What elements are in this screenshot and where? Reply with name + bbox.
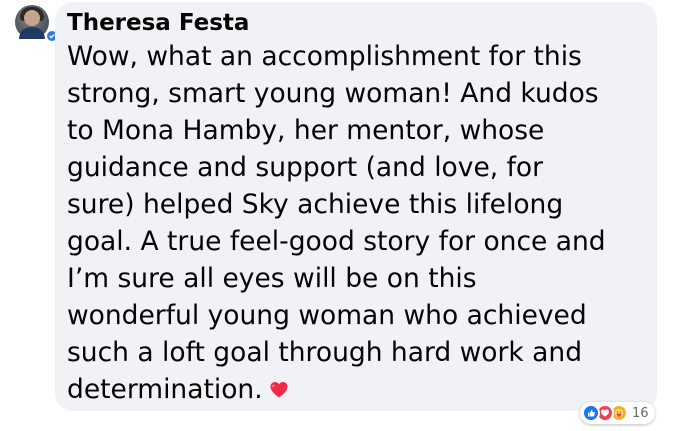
comment-text: Wow, what an accomplishment for this str…	[67, 38, 645, 408]
avatar-face	[24, 10, 40, 26]
comment-line: wonderful young woman who achieved	[67, 300, 587, 331]
reaction-count: 16	[632, 405, 649, 421]
comment-line: such a loft goal through hard work and	[67, 337, 583, 368]
avatar-body	[19, 27, 45, 39]
like-icon	[582, 404, 600, 422]
comment-line: goal. A true feel-good story for once an…	[67, 226, 606, 257]
author-name[interactable]: Theresa Festa	[67, 8, 645, 38]
comment-bubble: Theresa Festa Wow, what an accomplishmen…	[55, 2, 657, 411]
avatar[interactable]	[15, 5, 59, 43]
comment-line: guidance and support (and love, for	[67, 152, 544, 183]
comment-line: to Mona Hamby, her mentor, whose	[67, 115, 545, 146]
comment-line: I’m sure all eyes will be on this	[67, 263, 477, 294]
comment-container: Theresa Festa Wow, what an accomplishmen…	[0, 0, 700, 431]
heart-emoji-icon	[269, 373, 289, 398]
comment-line: Wow, what an accomplishment for this	[67, 41, 582, 72]
reactions-summary[interactable]: 16	[580, 402, 655, 424]
comment-line-last: determination.	[67, 371, 645, 408]
comment-line: sure) helped Sky achieve this lifelong	[67, 189, 564, 220]
comment-line: strong, smart young woman! And kudos	[67, 78, 599, 109]
comment-line-text: determination.	[67, 374, 263, 405]
